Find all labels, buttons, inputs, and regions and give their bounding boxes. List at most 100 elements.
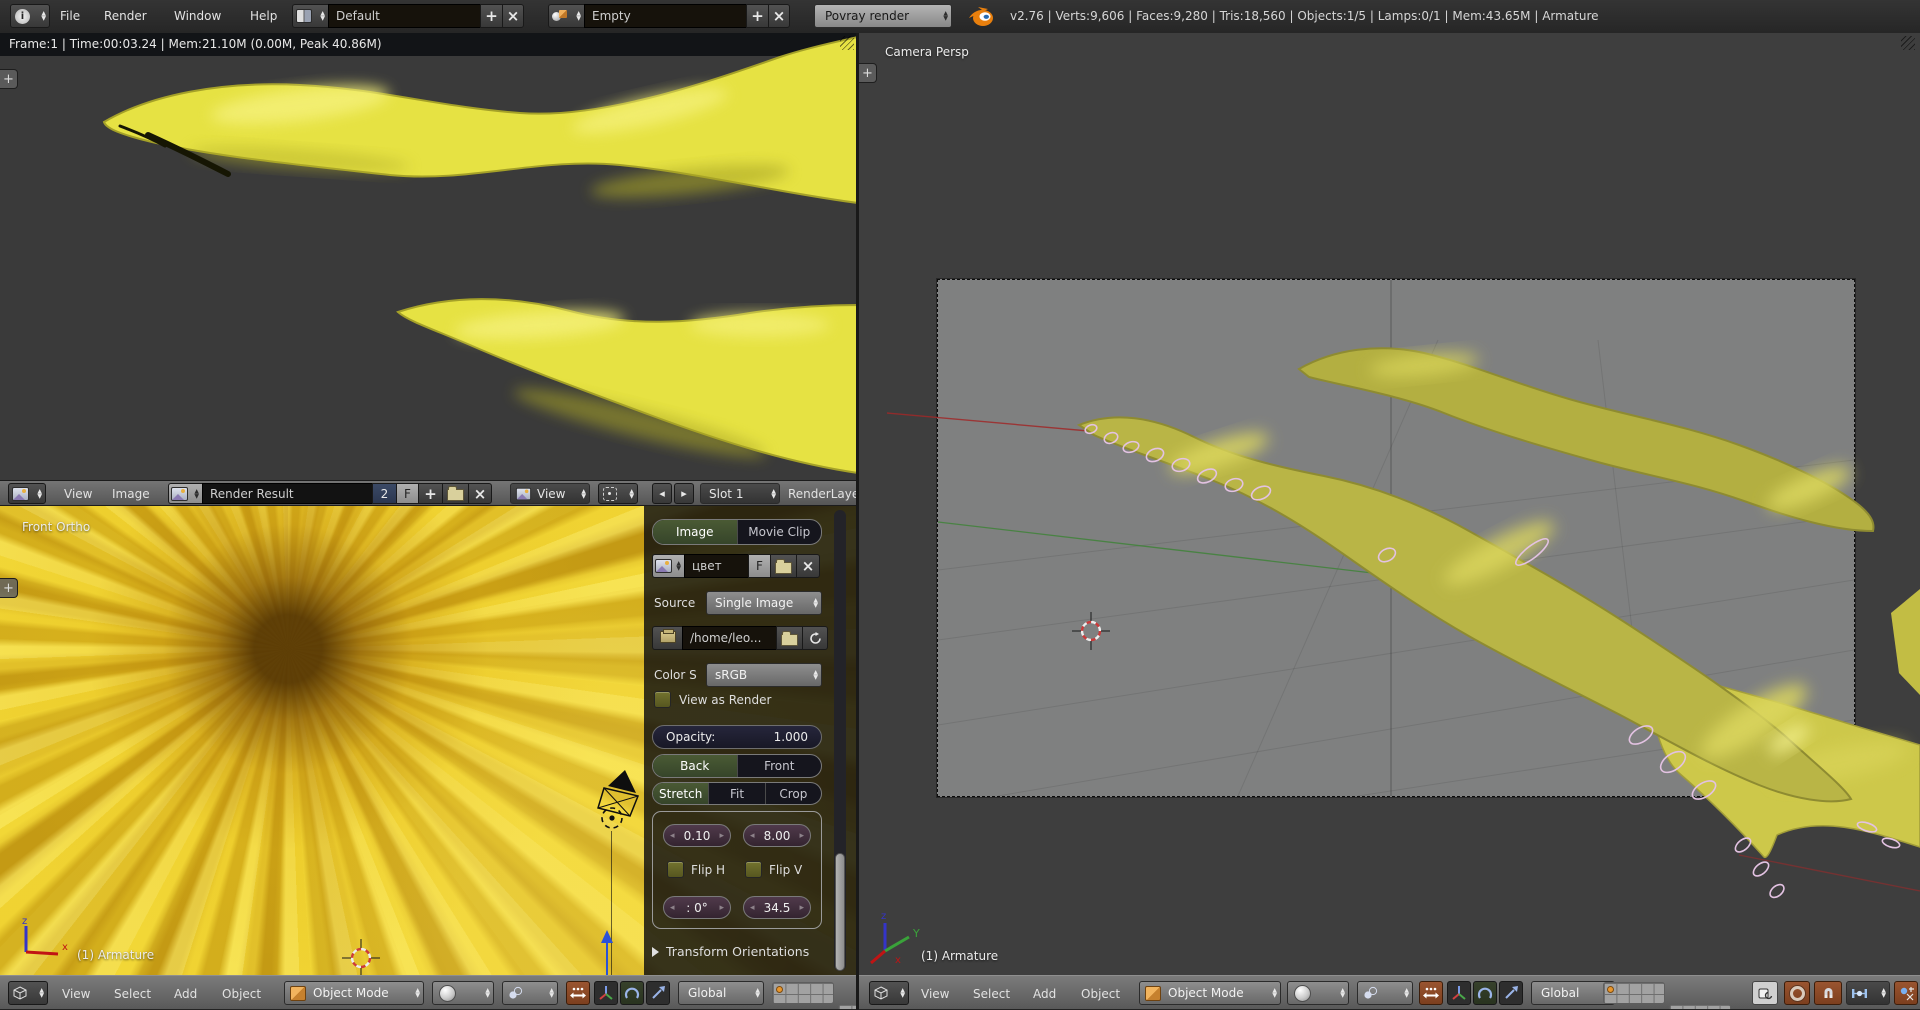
manipulator-translate-button[interactable] — [1447, 981, 1471, 1005]
pivot-point-button[interactable] — [598, 483, 638, 504]
menu-view[interactable]: View — [921, 987, 949, 1001]
manipulator-scale-button[interactable] — [646, 981, 670, 1005]
increment-arrow-icon[interactable] — [799, 903, 804, 913]
offset-x-stepper[interactable]: 0.10 — [663, 824, 731, 847]
layer-grid[interactable] — [772, 982, 834, 1004]
render-engine-dropdown[interactable]: Povray render — [814, 4, 952, 28]
pivot-center-dropdown[interactable] — [1357, 981, 1413, 1005]
editor-type-selector-image[interactable] — [8, 483, 46, 504]
offset-y-stepper[interactable]: 8.00 — [743, 824, 811, 847]
view-as-render-checkbox[interactable] — [654, 691, 671, 708]
corner-resize-grip[interactable] — [1901, 36, 1915, 50]
camera-object[interactable] — [592, 768, 650, 820]
flip-h-checkbox[interactable] — [667, 861, 684, 878]
new-image-button[interactable] — [418, 483, 442, 504]
layer-grid[interactable] — [1669, 1004, 1731, 1010]
display-channels-dropdown[interactable]: View — [510, 483, 590, 504]
method-crop-button[interactable]: Crop — [766, 783, 821, 804]
manipulator-toggle-button[interactable] — [1419, 981, 1443, 1005]
menu-object[interactable]: Object — [1081, 987, 1120, 1001]
toolshelf-expand-tab[interactable] — [0, 578, 18, 598]
image-browse-button[interactable] — [168, 483, 202, 504]
menu-select[interactable]: Select — [973, 987, 1010, 1001]
previous-slot-button[interactable] — [652, 483, 672, 504]
menu-select[interactable]: Select — [114, 987, 151, 1001]
file-path-field[interactable]: /home/leo... — [682, 626, 776, 650]
decrement-arrow-icon[interactable] — [670, 831, 675, 841]
menu-add[interactable]: Add — [1033, 987, 1056, 1001]
users-count-button[interactable]: 2 — [372, 483, 396, 504]
panel-scrollbar-thumb[interactable] — [835, 853, 845, 971]
layer-grid[interactable] — [1603, 982, 1665, 1004]
depth-back-button[interactable]: Back — [653, 755, 738, 777]
scene-browse-button[interactable] — [548, 4, 584, 28]
menu-view[interactable]: View — [62, 987, 90, 1001]
transform-orientations-panel-header[interactable]: Transform Orientations — [652, 944, 809, 959]
petal-object-sliver[interactable] — [1891, 589, 1920, 695]
opacity-slider[interactable]: Opacity: 1.000 — [652, 725, 822, 749]
front-ortho-viewport[interactable]: Front Ortho z — [0, 506, 858, 975]
manipulator-scale-button[interactable] — [1499, 981, 1523, 1005]
menu-view[interactable]: View — [64, 487, 92, 501]
increment-arrow-icon[interactable] — [719, 903, 724, 913]
colorspace-dropdown[interactable]: sRGB — [706, 663, 822, 687]
flip-v-checkbox[interactable] — [745, 861, 762, 878]
proportional-edit-button[interactable] — [1784, 981, 1810, 1005]
manipulator-rotate-button[interactable] — [620, 981, 644, 1005]
menu-image[interactable]: Image — [112, 487, 150, 501]
method-stretch-button[interactable]: Stretch — [653, 783, 709, 804]
pack-file-button[interactable] — [652, 626, 682, 650]
image-name-field[interactable]: Render Result — [202, 483, 372, 504]
snap-element-dropdown[interactable] — [1846, 981, 1890, 1005]
mode-dropdown[interactable]: Object Mode — [284, 981, 424, 1005]
open-image-button[interactable] — [442, 483, 468, 504]
delete-scene-button[interactable] — [768, 4, 790, 28]
menu-add[interactable]: Add — [174, 987, 197, 1001]
mode-dropdown[interactable]: Object Mode — [1139, 981, 1281, 1005]
menu-render[interactable]: Render — [104, 9, 147, 23]
decrement-arrow-icon[interactable] — [670, 903, 675, 913]
increment-arrow-icon[interactable] — [799, 831, 804, 841]
manipulator-translate-button[interactable] — [594, 981, 618, 1005]
editor-type-selector-3dview[interactable] — [8, 981, 48, 1005]
decrement-arrow-icon[interactable] — [750, 903, 755, 913]
menu-file[interactable]: File — [60, 9, 80, 23]
tab-movie-clip[interactable]: Movie Clip — [738, 520, 822, 544]
camera-persp-viewport[interactable]: Camera Persp z Y x (1) Armature — [859, 33, 1920, 975]
transform-orientation-dropdown[interactable]: Global — [678, 981, 764, 1005]
open-image-button[interactable] — [770, 554, 796, 578]
method-fit-button[interactable]: Fit — [709, 783, 765, 804]
menu-help[interactable]: Help — [250, 9, 277, 23]
snap-target-button[interactable] — [1894, 981, 1918, 1005]
snap-toggle-button[interactable] — [1814, 981, 1842, 1005]
editor-type-selector-info[interactable] — [10, 4, 50, 28]
rotation-stepper[interactable]: : 0° — [663, 896, 731, 919]
screen-layout-browse-button[interactable] — [292, 4, 328, 28]
depth-front-button[interactable]: Front — [738, 755, 822, 777]
add-scene-button[interactable] — [746, 4, 768, 28]
corner-resize-grip[interactable] — [840, 36, 854, 50]
render-layer-dropdown[interactable]: RenderLayer — [788, 487, 858, 501]
toolshelf-expand-tab[interactable] — [0, 69, 18, 89]
bg-image-browse-button[interactable] — [652, 554, 684, 578]
screen-layout-name-field[interactable]: Default — [328, 4, 480, 28]
fake-user-button[interactable]: F — [396, 483, 418, 504]
layer-grid[interactable] — [838, 1004, 858, 1010]
manipulator-toggle-button[interactable] — [566, 981, 590, 1005]
unlink-image-button[interactable] — [468, 483, 492, 504]
menu-window[interactable]: Window — [174, 9, 221, 23]
source-dropdown[interactable]: Single Image — [706, 591, 822, 615]
panel-scrollbar-track[interactable] — [834, 510, 846, 971]
browse-file-button[interactable] — [776, 626, 802, 650]
increment-arrow-icon[interactable] — [719, 831, 724, 841]
pivot-center-dropdown[interactable] — [502, 981, 558, 1005]
decrement-arrow-icon[interactable] — [750, 831, 755, 841]
toolshelf-expand-tab[interactable] — [859, 63, 877, 83]
delete-layout-button[interactable] — [502, 4, 524, 28]
unlink-image-button[interactable] — [796, 554, 820, 578]
fake-user-button[interactable]: F — [748, 554, 770, 578]
viewport-shading-dropdown[interactable] — [1287, 981, 1349, 1005]
tab-image[interactable]: Image — [653, 520, 738, 544]
lock-to-scene-button[interactable] — [1752, 981, 1778, 1005]
manipulator-rotate-button[interactable] — [1473, 981, 1497, 1005]
